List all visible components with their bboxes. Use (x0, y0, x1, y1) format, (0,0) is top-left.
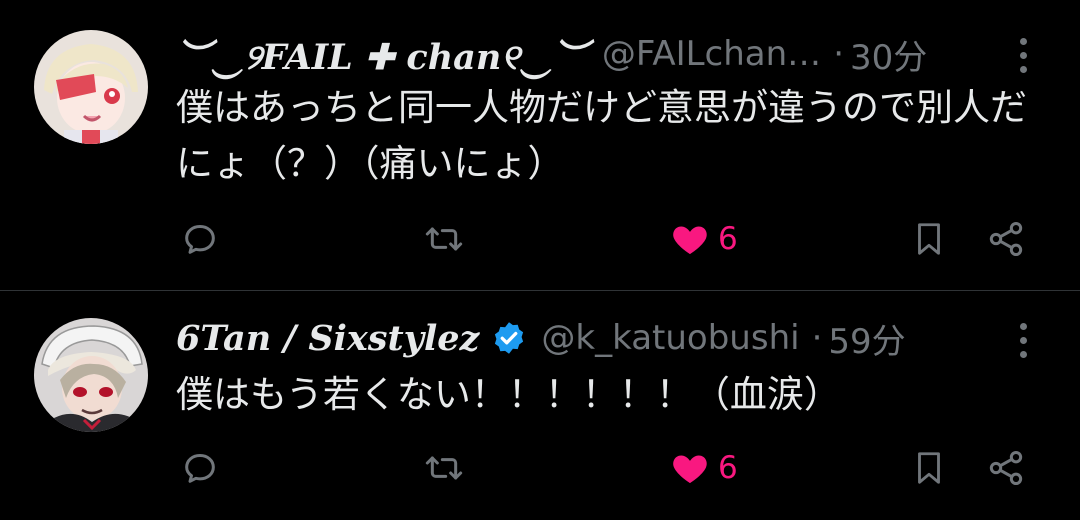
tweet[interactable]: ︶‿୨FAIL ✚ chan୧‿︶ @FAILchan… · 30分 僕はあっち… (0, 0, 1080, 290)
timestamp[interactable]: 30分 (850, 30, 927, 79)
like-button[interactable]: 6 (670, 447, 738, 489)
reply-button[interactable] (180, 447, 220, 489)
tweet-header: 6Tan / Sixstylez @k_katuobushi · 59分 (176, 314, 906, 362)
reply-icon (185, 454, 215, 483)
avatar[interactable] (34, 30, 148, 144)
verified-badge-icon (495, 322, 524, 354)
handle[interactable]: @FAILchan… (602, 34, 821, 74)
separator: · (811, 318, 823, 358)
more-icon[interactable] (1012, 36, 1036, 76)
tweet[interactable]: 6Tan / Sixstylez @k_katuobushi · 59分 僕はも… (0, 291, 1080, 520)
share-icon (989, 451, 1023, 485)
more-icon[interactable] (1012, 321, 1036, 361)
like-button[interactable]: 6 (670, 218, 738, 260)
like-count: 6 (718, 450, 738, 486)
reply-icon (185, 225, 215, 254)
bookmark-button[interactable] (910, 447, 948, 489)
action-bar: 6 (0, 443, 1080, 493)
tweet-text: 僕はあっちと同一人物だけど意思が違うので別人だにょ（？）（痛いにょ） (176, 86, 1027, 185)
retweet-icon (425, 456, 463, 480)
tweet-text: 僕はもう若くない！！！！！！（血涙） (176, 373, 841, 416)
action-bar: 6 (0, 214, 1080, 264)
heart-icon (673, 226, 707, 254)
like-count: 6 (718, 221, 738, 257)
separator: · (833, 34, 844, 74)
retweet-button[interactable] (423, 218, 465, 260)
timestamp[interactable]: 59分 (828, 314, 905, 363)
tweet-header: ︶‿୨FAIL ✚ chan୧‿︶ @FAILchan… · 30分 (176, 30, 927, 78)
bookmark-icon (918, 223, 940, 255)
bookmark-button[interactable] (910, 218, 948, 260)
retweet-icon (425, 227, 463, 251)
handle[interactable]: @k_katuobushi (541, 318, 799, 358)
share-button[interactable] (986, 447, 1026, 489)
bookmark-icon (918, 452, 940, 484)
heart-icon (673, 455, 707, 483)
display-name[interactable]: ︶‿୨FAIL ✚ chan୧‿︶ (176, 29, 588, 80)
avatar[interactable] (34, 318, 148, 432)
display-name[interactable]: 6Tan / Sixstylez (176, 318, 479, 359)
share-icon (989, 222, 1023, 256)
retweet-button[interactable] (423, 447, 465, 489)
reply-button[interactable] (180, 218, 220, 260)
share-button[interactable] (986, 218, 1026, 260)
